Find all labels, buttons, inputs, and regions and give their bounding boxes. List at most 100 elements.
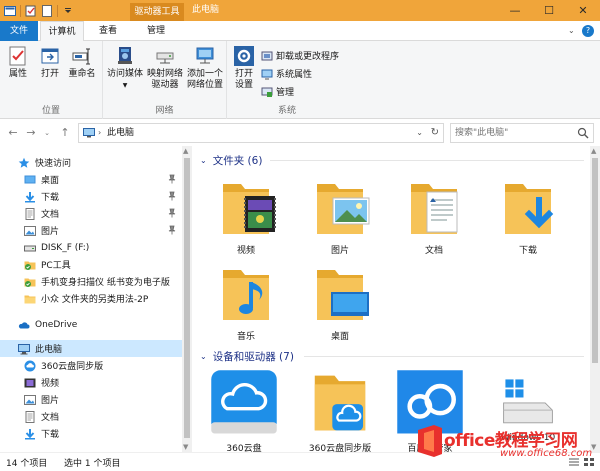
add-network-location-button[interactable]: 添加一个 网络位置 xyxy=(185,45,225,91)
content-scrollbar[interactable]: ▲ ▼ xyxy=(590,146,600,452)
open-settings-button[interactable]: 打开 设置 xyxy=(230,45,258,91)
download-icon xyxy=(25,191,35,202)
back-button[interactable]: ← xyxy=(6,126,20,140)
system-properties-label: 系统属性 xyxy=(276,70,313,80)
ribbon-tab-bar: 文件 计算机 查看 管理 ⌄ ? xyxy=(0,21,600,42)
nav-item-disk-f[interactable]: DISK_F (F:) xyxy=(0,239,182,256)
nav-item-label: DISK_F (F:) xyxy=(41,242,90,253)
open-settings-label-2: 设置 xyxy=(234,80,253,90)
pin-icon[interactable] xyxy=(168,208,176,218)
scrollbar-thumb[interactable] xyxy=(592,158,598,363)
nav-item-downloads[interactable]: 下载 xyxy=(0,188,182,205)
content-pane: ⌄ 文件夹 (6) 视频 图片 文档 下载 音乐 桌面 ⌄ 设备和驱动器 (7)… xyxy=(192,146,590,452)
access-media-button[interactable]: 访问媒体 ▼ xyxy=(105,45,145,91)
rename-button[interactable]: 重命名 xyxy=(66,45,98,80)
nav-item-pictures-pc[interactable]: 图片 xyxy=(0,391,182,408)
up-button[interactable]: ↑ xyxy=(58,126,72,140)
window-title: 此电脑 xyxy=(192,5,220,15)
chevron-down-icon[interactable]: ⌄ xyxy=(200,352,207,361)
nav-item-this-pc[interactable]: 此电脑 xyxy=(0,340,182,357)
nav-item-documents-pc[interactable]: 文档 xyxy=(0,408,182,425)
address-bar[interactable]: › 此电脑 ⌄ ↻ xyxy=(78,123,444,143)
add-location-label-1: 添加一个 xyxy=(186,69,223,79)
drive-tools-context-tab[interactable]: 驱动器工具 xyxy=(130,3,184,21)
toolbar-separator xyxy=(20,4,21,17)
folder-tile-pictures[interactable]: 图片 xyxy=(300,178,380,256)
scroll-up-icon[interactable]: ▲ xyxy=(591,147,596,155)
chevron-down-icon: ▼ xyxy=(122,82,128,89)
ribbon-group-system: 打开 设置 卸载或更改程序 系统属性 管理 系统 xyxy=(227,41,347,119)
search-input[interactable] xyxy=(455,126,573,140)
pin-icon[interactable] xyxy=(168,174,176,184)
folder-tile-videos[interactable]: 视频 xyxy=(206,178,286,256)
open-label: 打开 xyxy=(40,69,59,79)
nav-item-downloads-pc[interactable]: 下载 xyxy=(0,425,182,442)
navigation-pane: 快速访问 桌面 下载 文档 图片 DISK_F (F:) PC工具 手机变身扫描… xyxy=(0,146,182,452)
uninstall-program-button[interactable]: 卸载或更改程序 xyxy=(261,49,339,62)
chevron-down-icon[interactable]: ⌄ xyxy=(200,156,207,165)
folder-tile-documents[interactable]: 文档 xyxy=(394,178,474,256)
explorer-window-icon[interactable] xyxy=(4,5,16,17)
folders-section-header[interactable]: ⌄ 文件夹 (6) xyxy=(200,152,262,168)
device-tile-360-sync-folder[interactable]: 360云盘同步版 xyxy=(300,368,380,452)
ribbon: 属性 打开 重命名 位置 访问媒体 ▼ 映射网络 驱动器 添加一个 网络位置 网… xyxy=(0,41,600,119)
cloud-sync-icon xyxy=(24,360,36,371)
nav-item-label: 下载 xyxy=(41,193,60,203)
folder-tile-desktop[interactable]: 桌面 xyxy=(300,264,380,342)
customize-toolbar-icon[interactable] xyxy=(62,5,74,17)
tab-manage[interactable]: 管理 xyxy=(132,21,180,41)
chevron-down-icon[interactable]: ⌄ xyxy=(568,26,578,36)
tile-label: 桌面 xyxy=(330,332,349,342)
help-icon[interactable]: ? xyxy=(582,25,594,37)
close-button[interactable]: ✕ xyxy=(566,0,600,21)
tab-view[interactable]: 查看 xyxy=(88,21,128,41)
nav-item-label: 手机变身扫描仪 纸书变为电子版 xyxy=(41,278,170,288)
section-divider xyxy=(270,160,584,161)
ribbon-group-label: 系统 xyxy=(277,106,296,116)
manage-button[interactable]: 管理 xyxy=(261,85,294,98)
chevron-right-icon[interactable]: › xyxy=(98,124,101,142)
manage-label: 管理 xyxy=(276,88,295,98)
scroll-down-icon[interactable]: ▼ xyxy=(183,443,188,451)
picture-icon xyxy=(24,225,36,236)
scroll-up-icon[interactable]: ▲ xyxy=(183,147,188,155)
properties-check-icon[interactable] xyxy=(25,5,37,17)
tile-label: 文档 xyxy=(424,246,443,256)
pin-icon[interactable] xyxy=(168,191,176,201)
nav-item-pc-tools[interactable]: PC工具 xyxy=(0,256,182,273)
nav-item-phone-scanner[interactable]: 手机变身扫描仪 纸书变为电子版 xyxy=(0,273,182,290)
pin-icon[interactable] xyxy=(168,225,176,235)
folder-tile-downloads[interactable]: 下载 xyxy=(488,178,568,256)
nav-item-onedrive[interactable]: OneDrive xyxy=(0,316,182,333)
address-path[interactable]: 此电脑 xyxy=(107,124,134,142)
search-box[interactable] xyxy=(450,123,594,143)
tab-file[interactable]: 文件 xyxy=(0,21,38,41)
watermark-url: www.office68.com xyxy=(500,448,593,459)
nav-item-360-sync[interactable]: 360云盘同步版 xyxy=(0,357,182,374)
nav-item-documents[interactable]: 文档 xyxy=(0,205,182,222)
chevron-down-icon[interactable]: ⌄ xyxy=(416,124,423,142)
minimize-button[interactable]: — xyxy=(498,0,532,21)
open-button[interactable]: 打开 xyxy=(37,45,63,80)
system-properties-button[interactable]: 系统属性 xyxy=(261,67,312,80)
forward-button[interactable]: → xyxy=(24,126,38,140)
scrollbar-thumb[interactable] xyxy=(184,158,190,438)
device-tile-360-cloud[interactable]: 360云盘 xyxy=(204,368,284,452)
properties-button[interactable]: 属性 xyxy=(5,45,31,80)
nav-item-folder-tips[interactable]: 小众 文件夹的另类用法-2P xyxy=(0,290,182,307)
navigation-scrollbar[interactable]: ▲ ▼ xyxy=(182,146,192,452)
tile-label: 360云盘 xyxy=(226,444,262,452)
folder-tile-music[interactable]: 音乐 xyxy=(206,264,286,342)
nav-item-videos[interactable]: 视频 xyxy=(0,374,182,391)
nav-item-quick-access[interactable]: 快速访问 xyxy=(0,154,182,171)
recent-locations-button[interactable]: ⌄ xyxy=(40,126,54,140)
maximize-button[interactable]: ☐ xyxy=(532,0,566,21)
tab-computer[interactable]: 计算机 xyxy=(40,21,84,42)
devices-section-header[interactable]: ⌄ 设备和驱动器 (7) xyxy=(200,348,294,364)
nav-item-desktop[interactable]: 桌面 xyxy=(0,171,182,188)
nav-item-pictures[interactable]: 图片 xyxy=(0,222,182,239)
new-folder-icon[interactable] xyxy=(41,4,53,17)
map-network-drive-button[interactable]: 映射网络 驱动器 xyxy=(145,45,185,91)
search-icon[interactable] xyxy=(577,127,589,139)
refresh-icon[interactable]: ↻ xyxy=(431,124,439,142)
